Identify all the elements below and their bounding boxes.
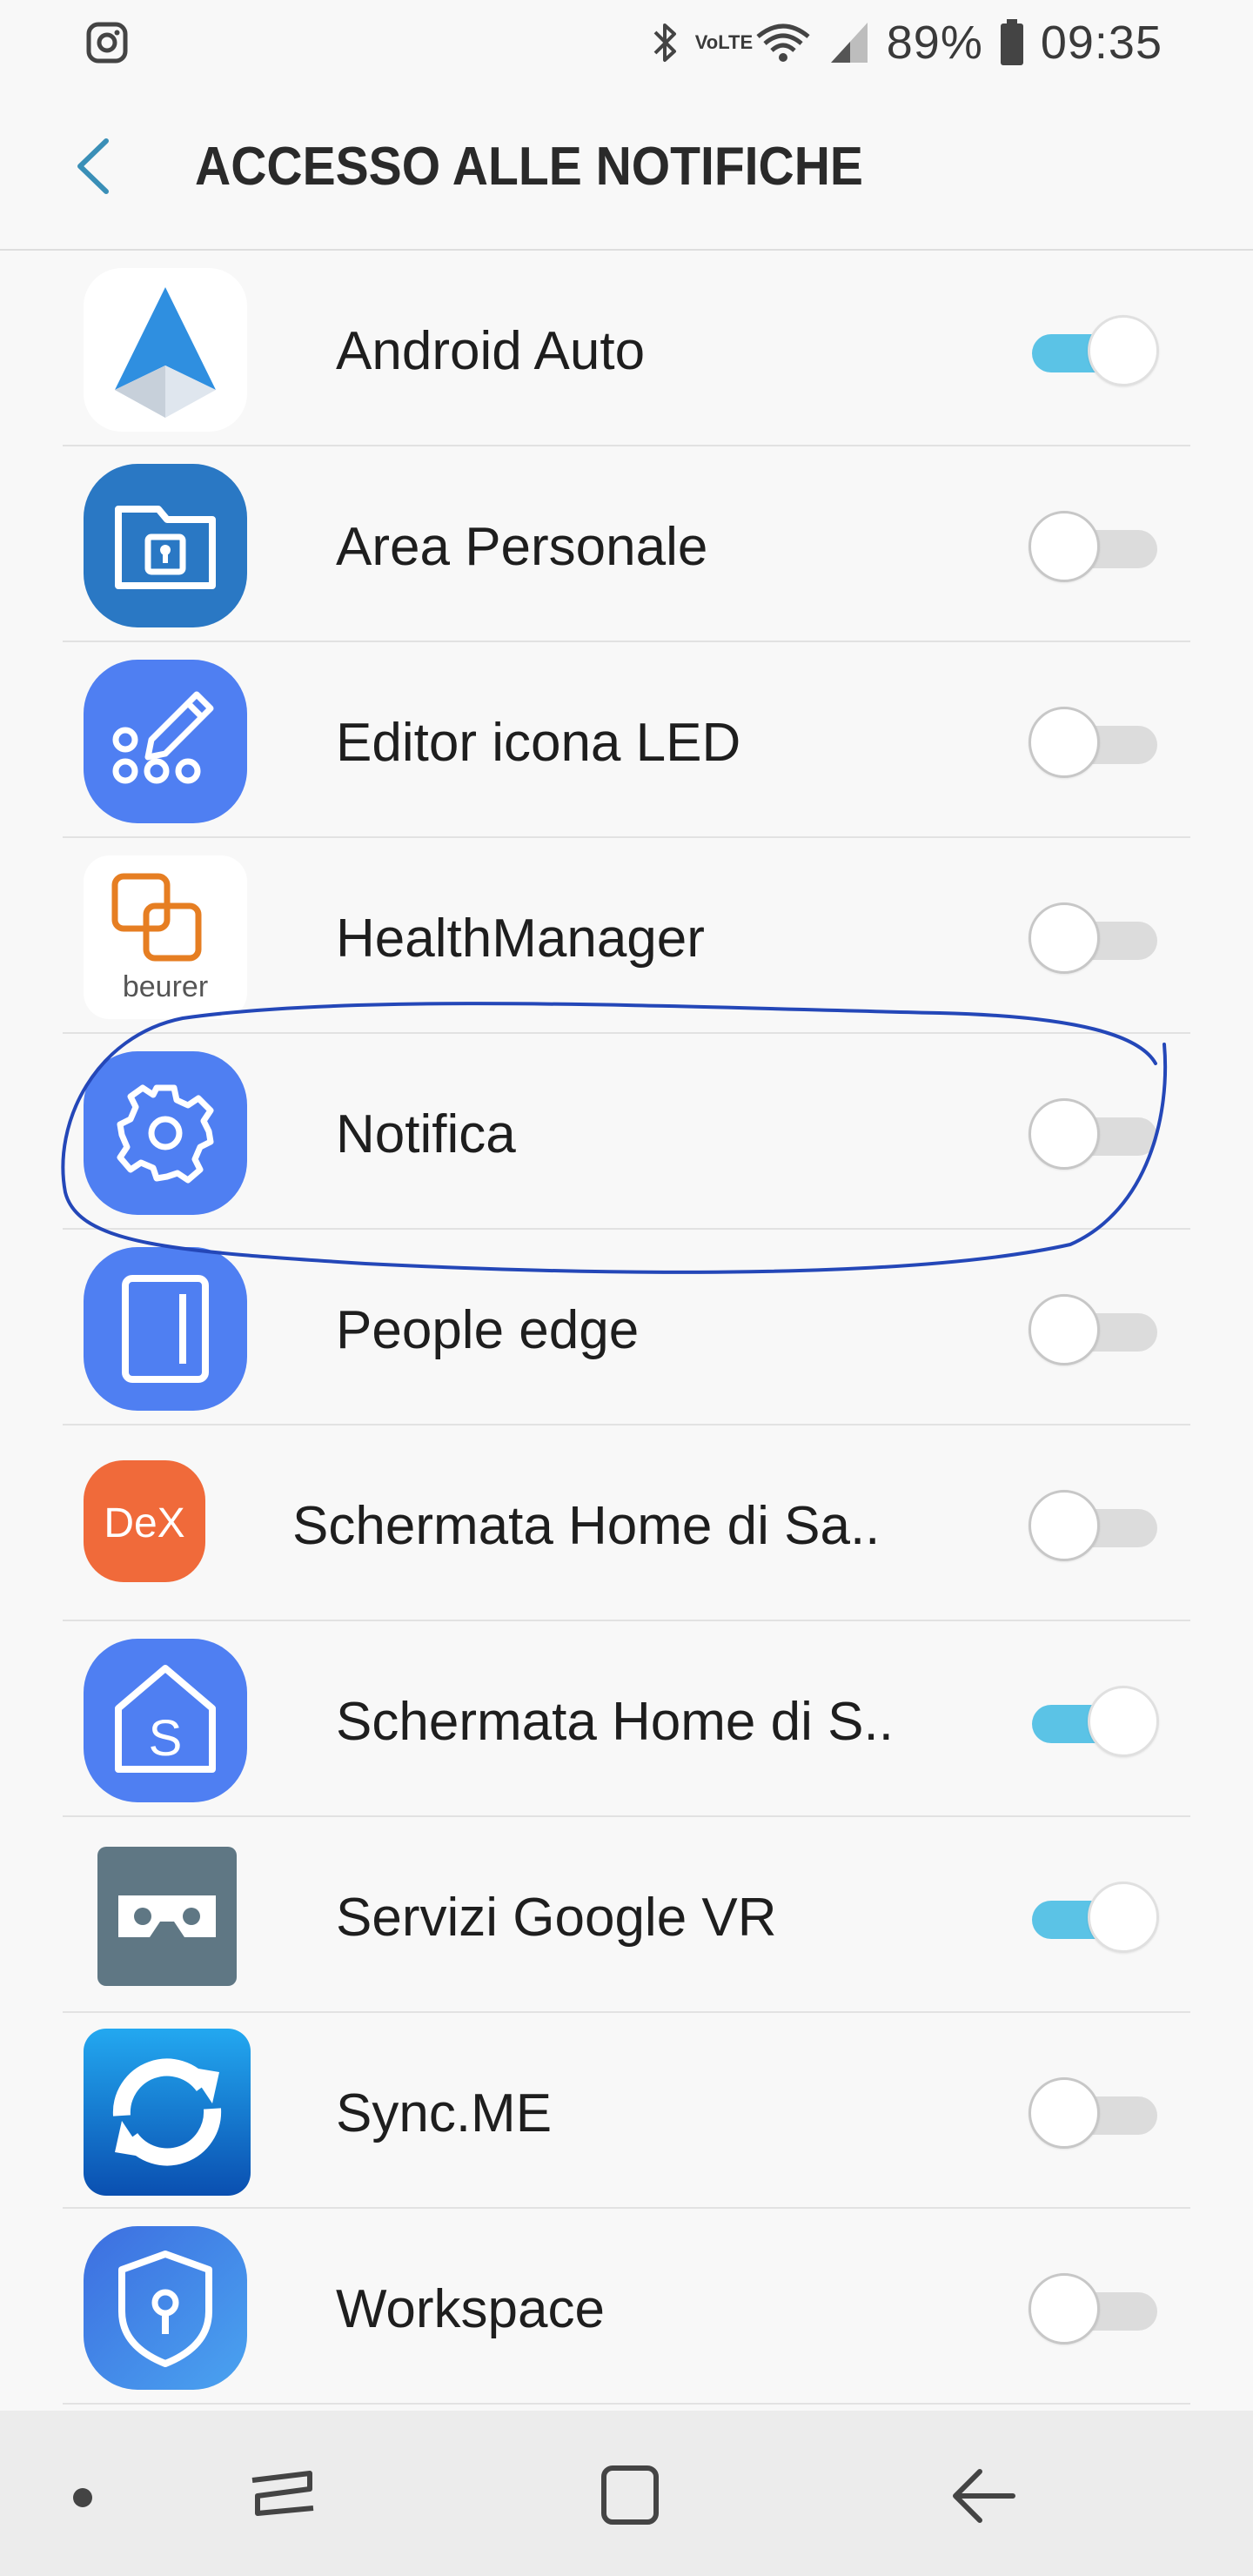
samsung-home-icon: S (84, 1639, 247, 1802)
network-label: VoLTE (694, 31, 754, 53)
app-label: Schermata Home di Sa.. (292, 1496, 881, 1556)
toggle-switch[interactable] (1029, 507, 1161, 586)
app-label: Workspace (336, 2279, 605, 2339)
dot-icon[interactable] (70, 2411, 96, 2576)
icon-logo-text: DeX (104, 1500, 184, 1546)
secure-folder-icon (84, 464, 247, 627)
list-item-samsung-home[interactable]: S Schermata Home di S.. (0, 1621, 1253, 1817)
app-label: Notifica (336, 1104, 516, 1164)
app-bar: ACCESSO ALLE NOTIFICHE (0, 84, 1253, 251)
instagram-icon (86, 22, 128, 64)
clock: 09:35 (1040, 17, 1163, 69)
dex-icon: DeX (84, 1460, 205, 1582)
list-item-editor-icona-led[interactable]: Editor icona LED (0, 642, 1253, 838)
signal-icon (830, 23, 868, 63)
navigation-bar (0, 2411, 1253, 2576)
sync-icon (84, 2029, 251, 2196)
app-label: Area Personale (336, 517, 708, 577)
list-item-people-edge[interactable]: People edge (0, 1230, 1253, 1426)
toggle-switch[interactable] (1029, 899, 1161, 977)
people-edge-icon (84, 1247, 247, 1411)
home-icon[interactable] (600, 2411, 661, 2576)
app-label: Android Auto (336, 321, 646, 381)
app-label: Sync.ME (336, 2083, 553, 2143)
status-bar: VoLTE 89% 09:35 (0, 0, 1253, 84)
icon-logo-text: beurer (123, 970, 208, 1003)
page-title: ACCESSO ALLE NOTIFICHE (195, 137, 863, 197)
gear-icon (84, 1051, 247, 1215)
toggle-switch[interactable] (1029, 1682, 1161, 1761)
battery-percent: 89% (886, 17, 983, 69)
toggle-switch[interactable] (1029, 703, 1161, 782)
list-item-google-vr[interactable]: Servizi Google VR (0, 1817, 1253, 2013)
toggle-switch[interactable] (1029, 2270, 1161, 2348)
list-item-notifica[interactable]: Notifica (0, 1034, 1253, 1230)
workspace-shield-icon (84, 2226, 247, 2390)
battery-icon (1000, 19, 1023, 65)
led-editor-icon (84, 660, 247, 823)
list-item-android-auto[interactable]: Android Auto (0, 251, 1253, 446)
app-label: Schermata Home di S.. (336, 1692, 894, 1752)
app-label: Servizi Google VR (336, 1888, 777, 1948)
toggle-switch[interactable] (1029, 1095, 1161, 1173)
toggle-switch[interactable] (1029, 1291, 1161, 1369)
app-list: Android Auto Area Personale Editor icona… (0, 251, 1253, 2405)
toggle-switch[interactable] (1029, 312, 1161, 390)
list-item-dex-home[interactable]: DeX Schermata Home di Sa.. (0, 1426, 1253, 1621)
list-item-workspace[interactable]: Workspace (0, 2209, 1253, 2405)
wifi-icon (756, 23, 810, 62)
list-item-area-personale[interactable]: Area Personale (0, 446, 1253, 642)
list-item-healthmanager[interactable]: beurer HealthManager (0, 838, 1253, 1034)
svg-text:S: S (149, 1710, 183, 1767)
app-label: People edge (336, 1300, 640, 1360)
app-label: Editor icona LED (336, 713, 741, 773)
app-label: HealthManager (336, 909, 705, 969)
google-vr-icon (97, 1847, 237, 1986)
toggle-switch[interactable] (1029, 2074, 1161, 2152)
beurer-icon: beurer (84, 855, 247, 1019)
back-icon[interactable] (948, 2411, 1018, 2576)
bluetooth-icon (653, 23, 676, 62)
android-auto-icon (84, 268, 247, 432)
list-item-sync-me[interactable]: Sync.ME (0, 2013, 1253, 2209)
toggle-switch[interactable] (1029, 1878, 1161, 1956)
recent-apps-icon[interactable] (244, 2411, 322, 2576)
chevron-left-icon[interactable] (68, 134, 125, 198)
toggle-switch[interactable] (1029, 1486, 1161, 1565)
